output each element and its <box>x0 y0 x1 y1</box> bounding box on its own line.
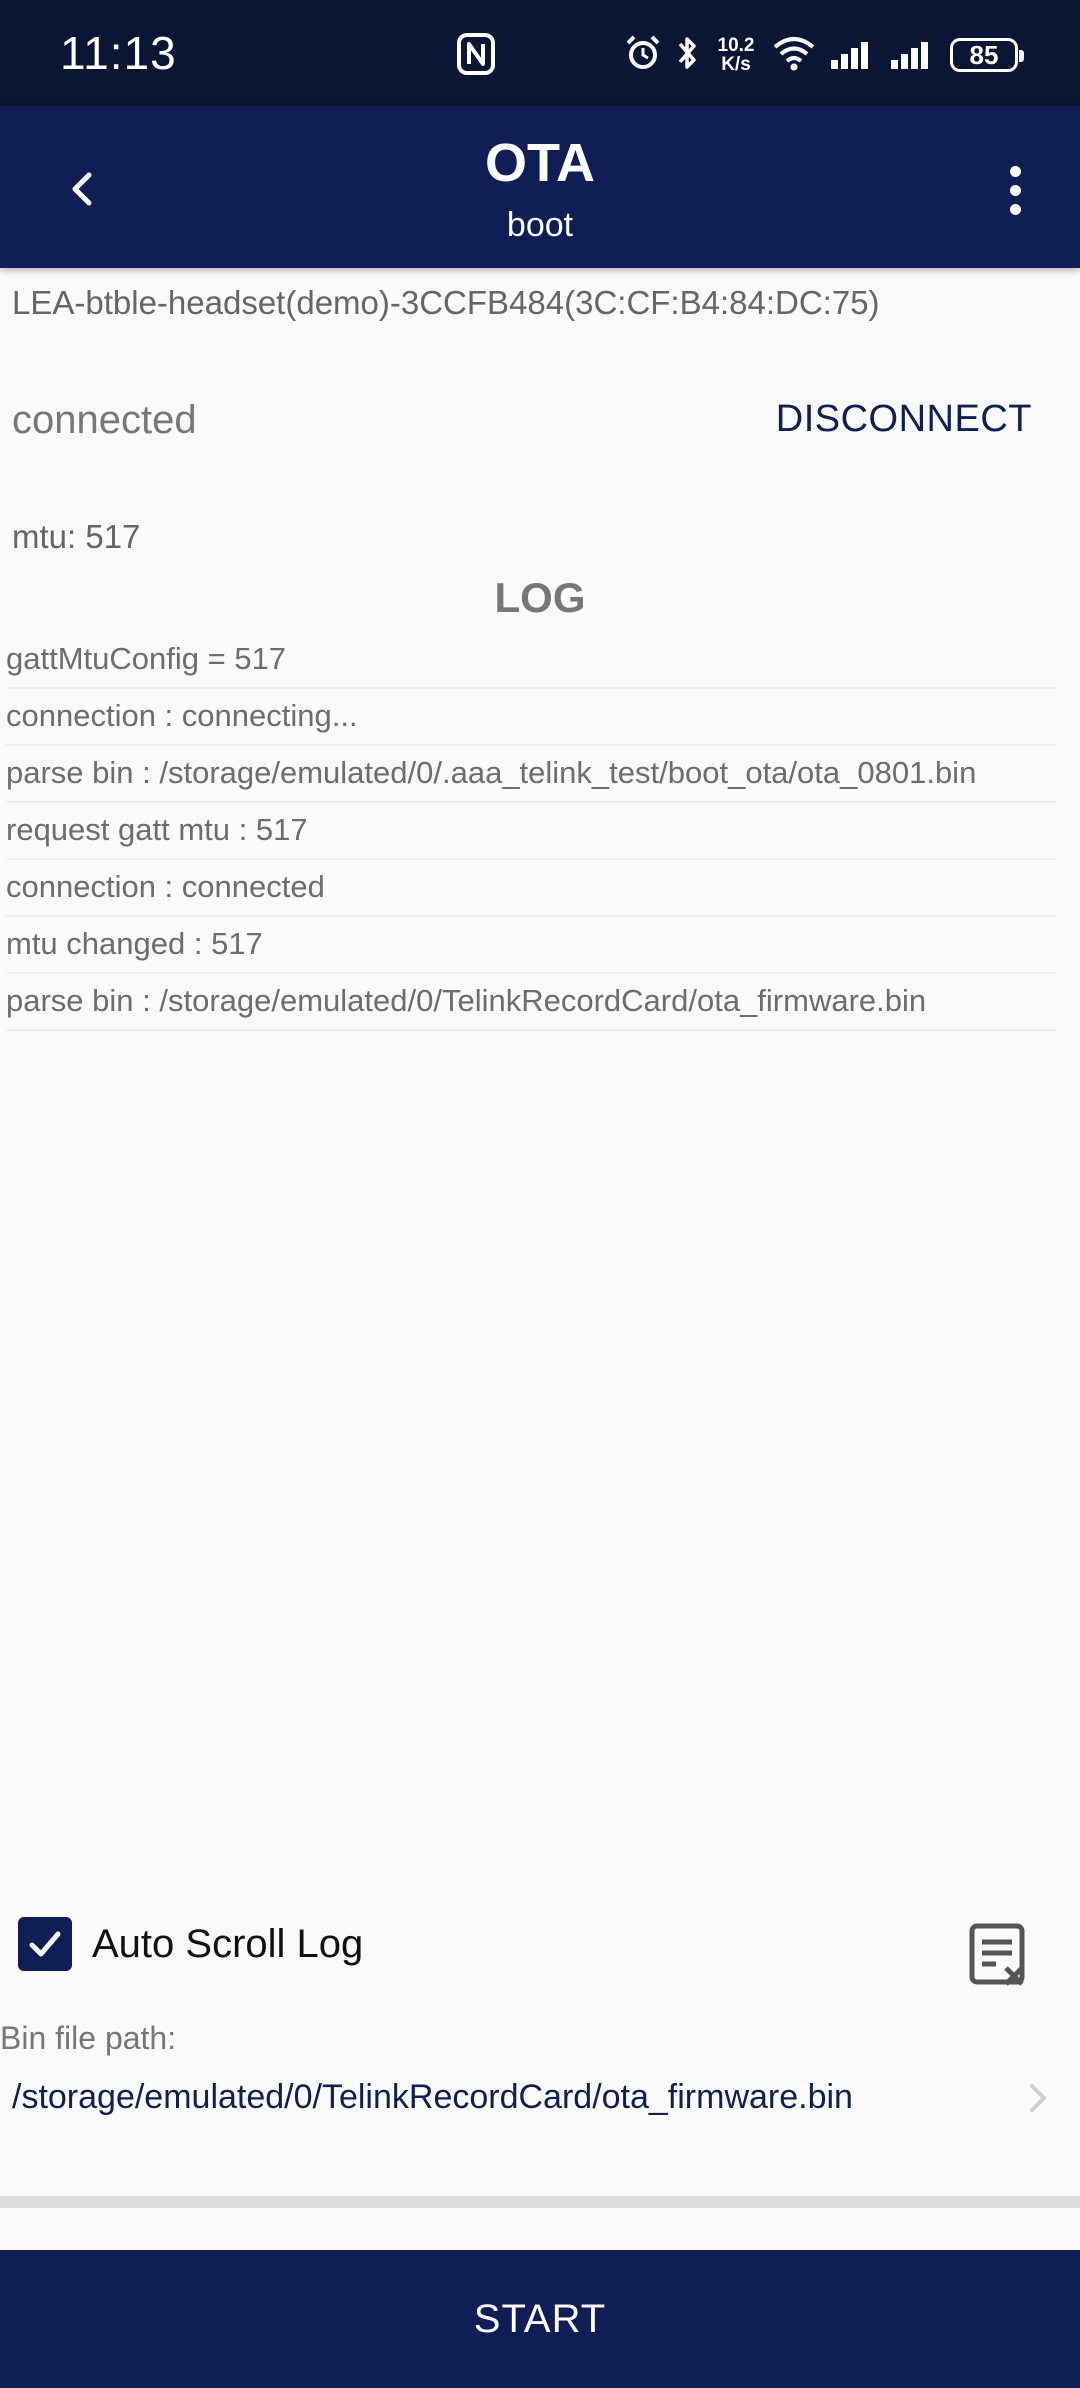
log-entry: connection : connecting... <box>6 689 1056 746</box>
log-entry: request gatt mtu : 517 <box>6 803 1056 860</box>
device-name: LEA-btble-headset(demo)-3CCFB484(3C:CF:B… <box>12 284 880 321</box>
mtu-value: mtu: 517 <box>12 518 141 555</box>
log-title: LOG <box>494 574 586 621</box>
status-time: 11:13 <box>60 27 177 79</box>
bin-file-path[interactable]: /storage/emulated/0/TelinkRecordCard/ota… <box>12 2078 853 2117</box>
bin-file-label: Bin file path: <box>0 2020 177 2056</box>
nfc-icon <box>456 32 496 81</box>
disconnect-button[interactable]: DISCONNECT <box>776 398 1032 441</box>
auto-scroll-label: Auto Scroll Log <box>92 1921 364 1966</box>
wifi-icon <box>772 35 816 76</box>
clear-list-icon <box>969 1923 1025 1986</box>
log-list[interactable]: gattMtuConfig = 517 connection : connect… <box>6 632 1056 1031</box>
connection-state: connected <box>12 398 197 442</box>
auto-scroll-checkbox[interactable] <box>18 1917 72 1971</box>
log-entry: gattMtuConfig = 517 <box>6 632 1056 689</box>
signal-icon-sim2 <box>890 36 936 75</box>
start-button[interactable]: START <box>0 2250 1080 2388</box>
network-speed: 10.2 K/s <box>714 36 758 74</box>
page-subtitle: boot <box>506 206 574 244</box>
more-vert-icon-dot <box>1009 203 1021 215</box>
bluetooth-icon <box>676 34 700 77</box>
auto-scroll-option[interactable]: Auto Scroll Log <box>18 1916 363 1972</box>
signal-icon-sim1 <box>830 36 876 75</box>
alarm-icon <box>624 34 662 77</box>
app-bar: OTA boot <box>0 106 1080 268</box>
network-speed-unit: K/s <box>721 54 751 75</box>
log-entry: parse bin : /storage/emulated/0/TelinkRe… <box>6 974 1056 1031</box>
divider <box>0 2196 1080 2208</box>
page-title: OTA <box>485 133 595 193</box>
check-icon <box>29 1931 61 1957</box>
log-entry: parse bin : /storage/emulated/0/.aaa_tel… <box>6 746 1056 803</box>
battery-icon: 85 <box>950 38 1024 72</box>
log-entry: connection : connected <box>6 860 1056 917</box>
more-vert-icon <box>1009 165 1021 177</box>
clear-log-button[interactable] <box>966 1920 1036 1990</box>
more-options-button[interactable] <box>980 150 1050 230</box>
status-icons: 10.2 K/s 85 <box>624 30 1024 80</box>
log-entry: mtu changed : 517 <box>6 917 1056 974</box>
network-speed-value: 10.2 <box>717 35 755 56</box>
status-bar: 11:13 10.2 K/s 85 <box>0 0 1080 106</box>
chevron-right-icon[interactable] <box>1024 2078 1054 2118</box>
more-vert-icon-dot <box>1009 184 1021 196</box>
